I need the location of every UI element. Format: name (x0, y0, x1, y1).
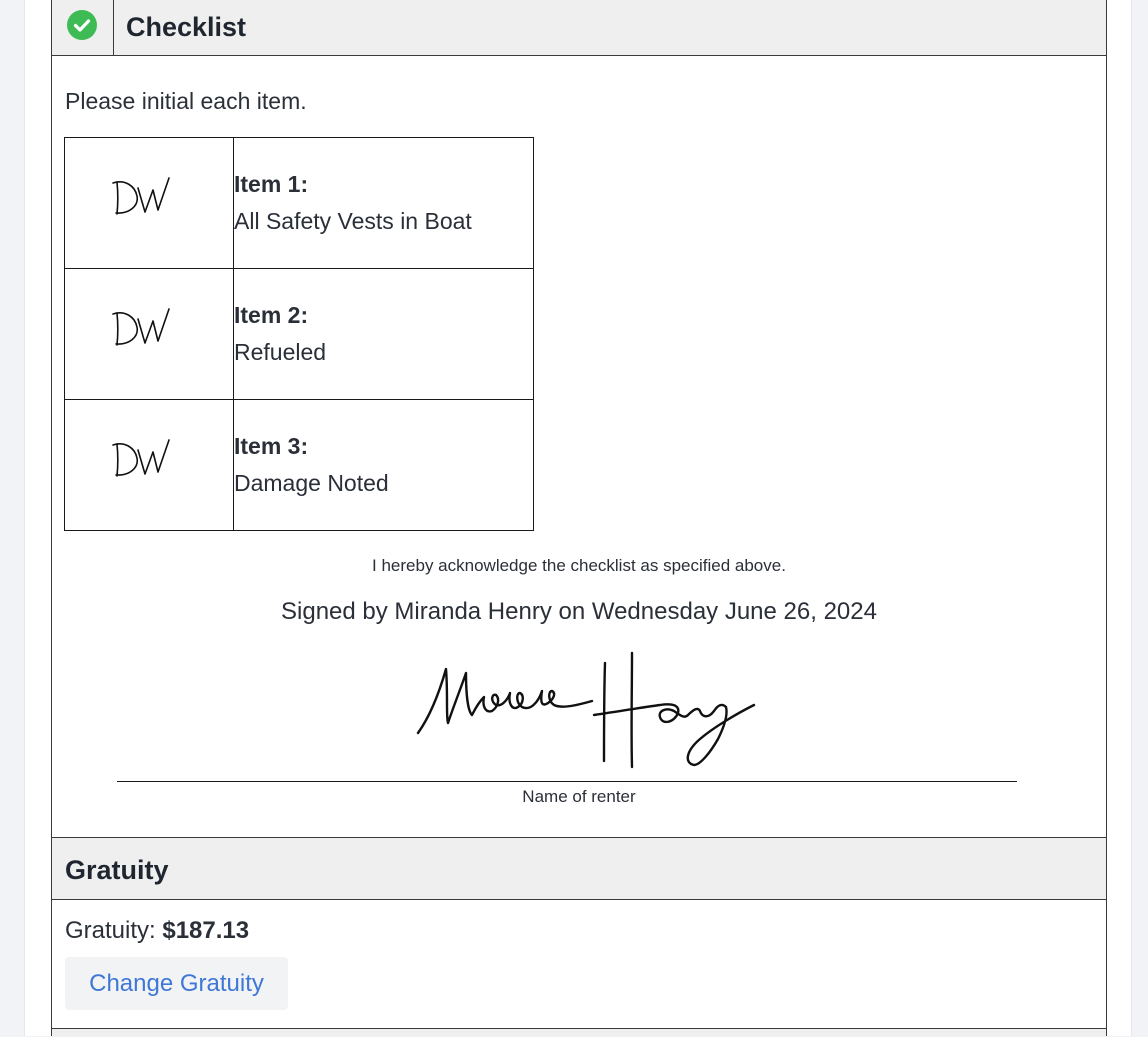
table-row: Item 1: All Safety Vests in Boat (64, 137, 534, 269)
initials-signature (112, 308, 170, 346)
gratuity-label: Gratuity: (65, 917, 163, 944)
item-label: Item 1: (234, 171, 309, 197)
gratuity-card: Gratuity Gratuity: $187.13 Change Gratui… (51, 837, 1107, 1037)
item-label: Item 3: (234, 433, 309, 459)
checklist-table: Item 1: All Safety Vests in Boat Item 2:… (64, 137, 534, 531)
checklist-title: Checklist (126, 12, 247, 42)
item-text: Damage Noted (234, 470, 389, 496)
status-cell (52, 0, 114, 55)
table-row: Item 3: Damage Noted (64, 399, 534, 531)
gratuity-summary: Gratuity: $187.13 (65, 917, 249, 945)
page: Checklist Please initial each item. Item… (24, 0, 1132, 1037)
initials-signature (112, 177, 170, 215)
change-gratuity-button[interactable]: Change Gratuity (65, 957, 288, 1010)
check-circle-icon (67, 10, 97, 40)
gratuity-amount: $187.13 (162, 917, 250, 944)
checklist-item: Item 1: All Safety Vests in Boat (233, 137, 534, 269)
initials-signature (112, 439, 170, 477)
gratuity-header: Gratuity (52, 837, 1106, 900)
gratuity-title: Gratuity (65, 855, 169, 885)
initials-field[interactable] (64, 137, 234, 269)
checklist-item: Item 2: Refueled (233, 268, 534, 400)
signed-by-text: Signed by Miranda Henry on Wednesday Jun… (281, 598, 877, 625)
acknowledgement-text: I hereby acknowledge the checklist as sp… (372, 556, 786, 575)
initials-field[interactable] (64, 399, 234, 531)
initials-field[interactable] (64, 268, 234, 400)
checklist-item: Item 3: Damage Noted (233, 399, 534, 531)
signature-line (117, 781, 1017, 782)
checklist-header: Checklist (52, 0, 1106, 56)
item-text: Refueled (234, 339, 327, 365)
item-text: All Safety Vests in Boat (234, 208, 472, 234)
checklist-card: Checklist Please initial each item. Item… (51, 0, 1107, 837)
item-label: Item 2: (234, 302, 309, 328)
checklist-instruction: Please initial each item. (65, 88, 307, 114)
table-row: Item 2: Refueled (64, 268, 534, 400)
signature-caption: Name of renter (522, 787, 636, 806)
renter-signature[interactable] (382, 645, 772, 775)
